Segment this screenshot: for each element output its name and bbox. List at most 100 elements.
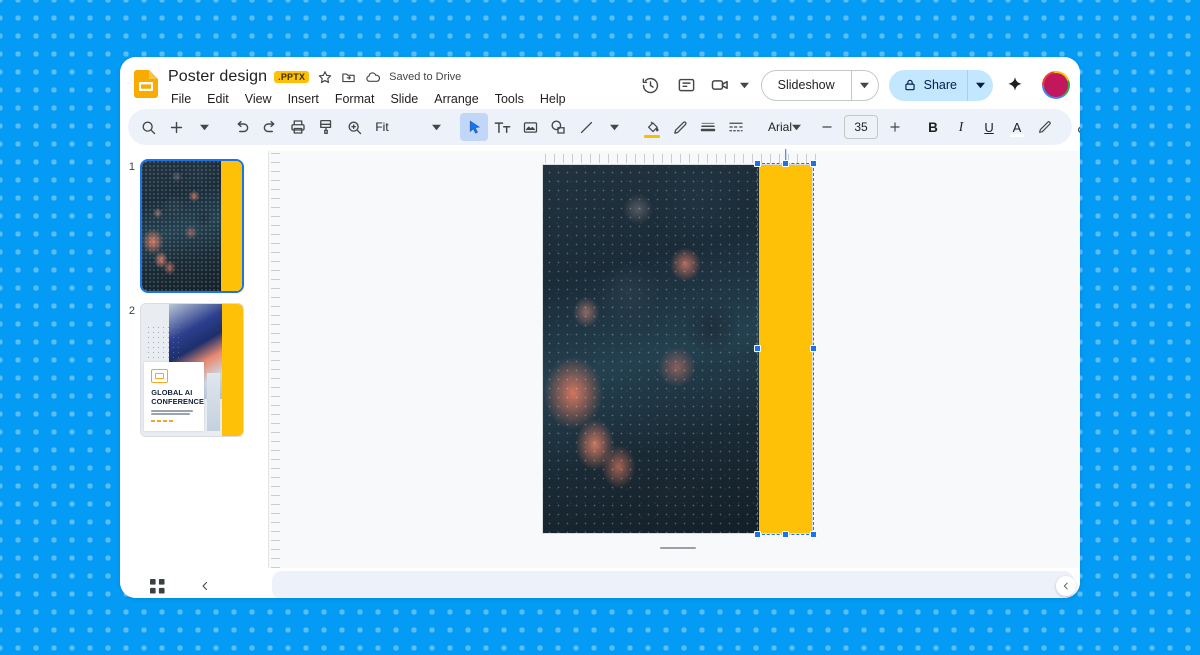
speaker-notes-panel[interactable] bbox=[272, 571, 1074, 598]
toolbar: Fit Arial 35 B I U A bbox=[128, 109, 1080, 145]
avatar[interactable] bbox=[1042, 71, 1070, 99]
add-slide-button[interactable] bbox=[162, 113, 190, 141]
shape-icon[interactable] bbox=[544, 113, 572, 141]
menu-edit[interactable]: Edit bbox=[205, 90, 231, 108]
menu-help[interactable]: Help bbox=[538, 90, 568, 108]
circuit-board-photo[interactable] bbox=[543, 165, 759, 533]
line-caret-icon[interactable] bbox=[600, 113, 628, 141]
menu-bar: File Edit View Insert Format Slide Arran… bbox=[169, 90, 568, 108]
slides-logo-icon[interactable] bbox=[134, 70, 158, 98]
cursor-select-icon[interactable] bbox=[460, 113, 488, 141]
current-slide[interactable] bbox=[543, 149, 817, 549]
underline-label: U bbox=[984, 119, 994, 135]
slides-app-window: Poster design .PPTX Saved to Drive File … bbox=[120, 57, 1080, 598]
slide-number-2: 2 bbox=[128, 305, 135, 317]
move-to-folder-icon[interactable] bbox=[340, 69, 357, 86]
italic-button[interactable]: I bbox=[947, 113, 975, 141]
gemini-sparkle-icon[interactable] bbox=[999, 69, 1031, 101]
font-size-decrease-button[interactable] bbox=[813, 113, 841, 141]
share-button[interactable]: Share bbox=[889, 70, 967, 101]
font-caret-icon bbox=[792, 123, 802, 132]
file-type-badge: .PPTX bbox=[274, 71, 310, 83]
comment-icon[interactable] bbox=[671, 69, 703, 101]
horizontal-ruler[interactable] bbox=[543, 151, 818, 165]
underline-button[interactable]: U bbox=[975, 113, 1003, 141]
cloud-saved-icon bbox=[364, 69, 381, 86]
slide-filmstrip[interactable]: 1 2 GLOBAL AI CONFERENCE bbox=[120, 151, 268, 568]
bold-button[interactable]: B bbox=[919, 113, 947, 141]
slide-1-preview[interactable] bbox=[140, 159, 244, 293]
app-header: Poster design .PPTX Saved to Drive File … bbox=[120, 57, 1080, 109]
font-size-input[interactable]: 35 bbox=[844, 115, 879, 139]
slideshow-button[interactable]: Slideshow bbox=[762, 71, 851, 100]
font-family-label: Arial bbox=[768, 120, 793, 134]
search-icon[interactable] bbox=[134, 113, 162, 141]
version-history-icon[interactable] bbox=[635, 69, 667, 101]
save-status: Saved to Drive bbox=[389, 71, 462, 83]
star-icon[interactable] bbox=[316, 69, 333, 86]
lock-icon bbox=[903, 78, 917, 92]
undo-icon[interactable] bbox=[228, 113, 256, 141]
slide-thumbnail-2[interactable]: 2 GLOBAL AI CONFERENCE bbox=[120, 303, 268, 437]
vertical-ruler[interactable] bbox=[269, 151, 283, 568]
conference-logo-icon bbox=[151, 369, 169, 384]
title-and-menus: Poster design .PPTX Saved to Drive File … bbox=[168, 66, 568, 108]
notes-resize-handle[interactable] bbox=[659, 547, 696, 549]
yellow-rectangle-shape[interactable] bbox=[759, 165, 812, 533]
text-color-label: A bbox=[1012, 119, 1022, 135]
redo-icon[interactable] bbox=[256, 113, 284, 141]
share-label: Share bbox=[923, 78, 957, 92]
slide-2-preview[interactable]: GLOBAL AI CONFERENCE bbox=[140, 303, 244, 437]
menu-arrange[interactable]: Arrange bbox=[432, 90, 480, 108]
line-icon[interactable] bbox=[572, 113, 600, 141]
fill-color-swatch bbox=[644, 135, 660, 138]
yellow-bar-thumb-2 bbox=[222, 304, 243, 436]
slide-editor-canvas[interactable] bbox=[268, 149, 1080, 568]
add-slide-caret-icon[interactable] bbox=[190, 113, 218, 141]
italic-label: I bbox=[958, 119, 964, 134]
slideshow-button-group: Slideshow bbox=[760, 69, 879, 101]
insert-link-icon[interactable] bbox=[1069, 113, 1080, 141]
insert-image-icon[interactable] bbox=[516, 113, 544, 141]
workspace: 1 2 GLOBAL AI CONFERENCE bbox=[120, 149, 1080, 568]
menu-tools[interactable]: Tools bbox=[493, 90, 526, 108]
conference-accent-marks bbox=[151, 420, 197, 422]
font-family-select[interactable]: Arial bbox=[760, 113, 803, 141]
zoom-level-button[interactable]: Fit bbox=[368, 113, 396, 141]
menu-file[interactable]: File bbox=[169, 90, 193, 108]
highlight-color-icon[interactable] bbox=[1031, 113, 1059, 141]
fill-color-icon[interactable] bbox=[638, 113, 666, 141]
grid-view-icon[interactable] bbox=[146, 575, 168, 597]
share-caret-icon[interactable] bbox=[967, 69, 993, 101]
menu-insert[interactable]: Insert bbox=[286, 90, 321, 108]
conference-subtitle bbox=[151, 410, 197, 416]
zoom-level-label: Fit bbox=[375, 120, 389, 134]
meet-camera-icon[interactable] bbox=[707, 69, 733, 101]
menu-slide[interactable]: Slide bbox=[388, 90, 420, 108]
chevron-left-icon[interactable] bbox=[1056, 576, 1076, 596]
paint-format-icon[interactable] bbox=[312, 113, 340, 141]
border-dash-icon[interactable] bbox=[722, 113, 750, 141]
font-size-stepper: 35 bbox=[813, 113, 909, 141]
zoom-caret-icon[interactable] bbox=[422, 113, 450, 141]
border-weight-icon[interactable] bbox=[694, 113, 722, 141]
slide-thumbnail-1[interactable]: 1 bbox=[120, 159, 268, 293]
slideshow-caret-icon[interactable] bbox=[850, 70, 878, 100]
text-color-button[interactable]: A bbox=[1003, 113, 1031, 141]
menu-format[interactable]: Format bbox=[333, 90, 377, 108]
text-box-icon[interactable] bbox=[488, 113, 516, 141]
meet-caret-icon[interactable] bbox=[737, 69, 753, 101]
header-actions: Slideshow Share bbox=[635, 66, 1070, 101]
conference-title: GLOBAL AI CONFERENCE bbox=[151, 388, 204, 406]
menu-view[interactable]: View bbox=[243, 90, 274, 108]
collapse-filmstrip-icon[interactable] bbox=[194, 575, 216, 597]
font-size-increase-button[interactable] bbox=[881, 113, 909, 141]
print-icon[interactable] bbox=[284, 113, 312, 141]
conference-poster-thumb: GLOBAL AI CONFERENCE bbox=[141, 304, 222, 436]
text-color-swatch bbox=[1010, 134, 1025, 137]
page-title[interactable]: Poster design bbox=[168, 67, 267, 87]
bold-label: B bbox=[928, 119, 938, 135]
zoom-icon[interactable] bbox=[340, 113, 368, 141]
share-button-group: Share bbox=[888, 69, 993, 101]
border-color-icon[interactable] bbox=[666, 113, 694, 141]
